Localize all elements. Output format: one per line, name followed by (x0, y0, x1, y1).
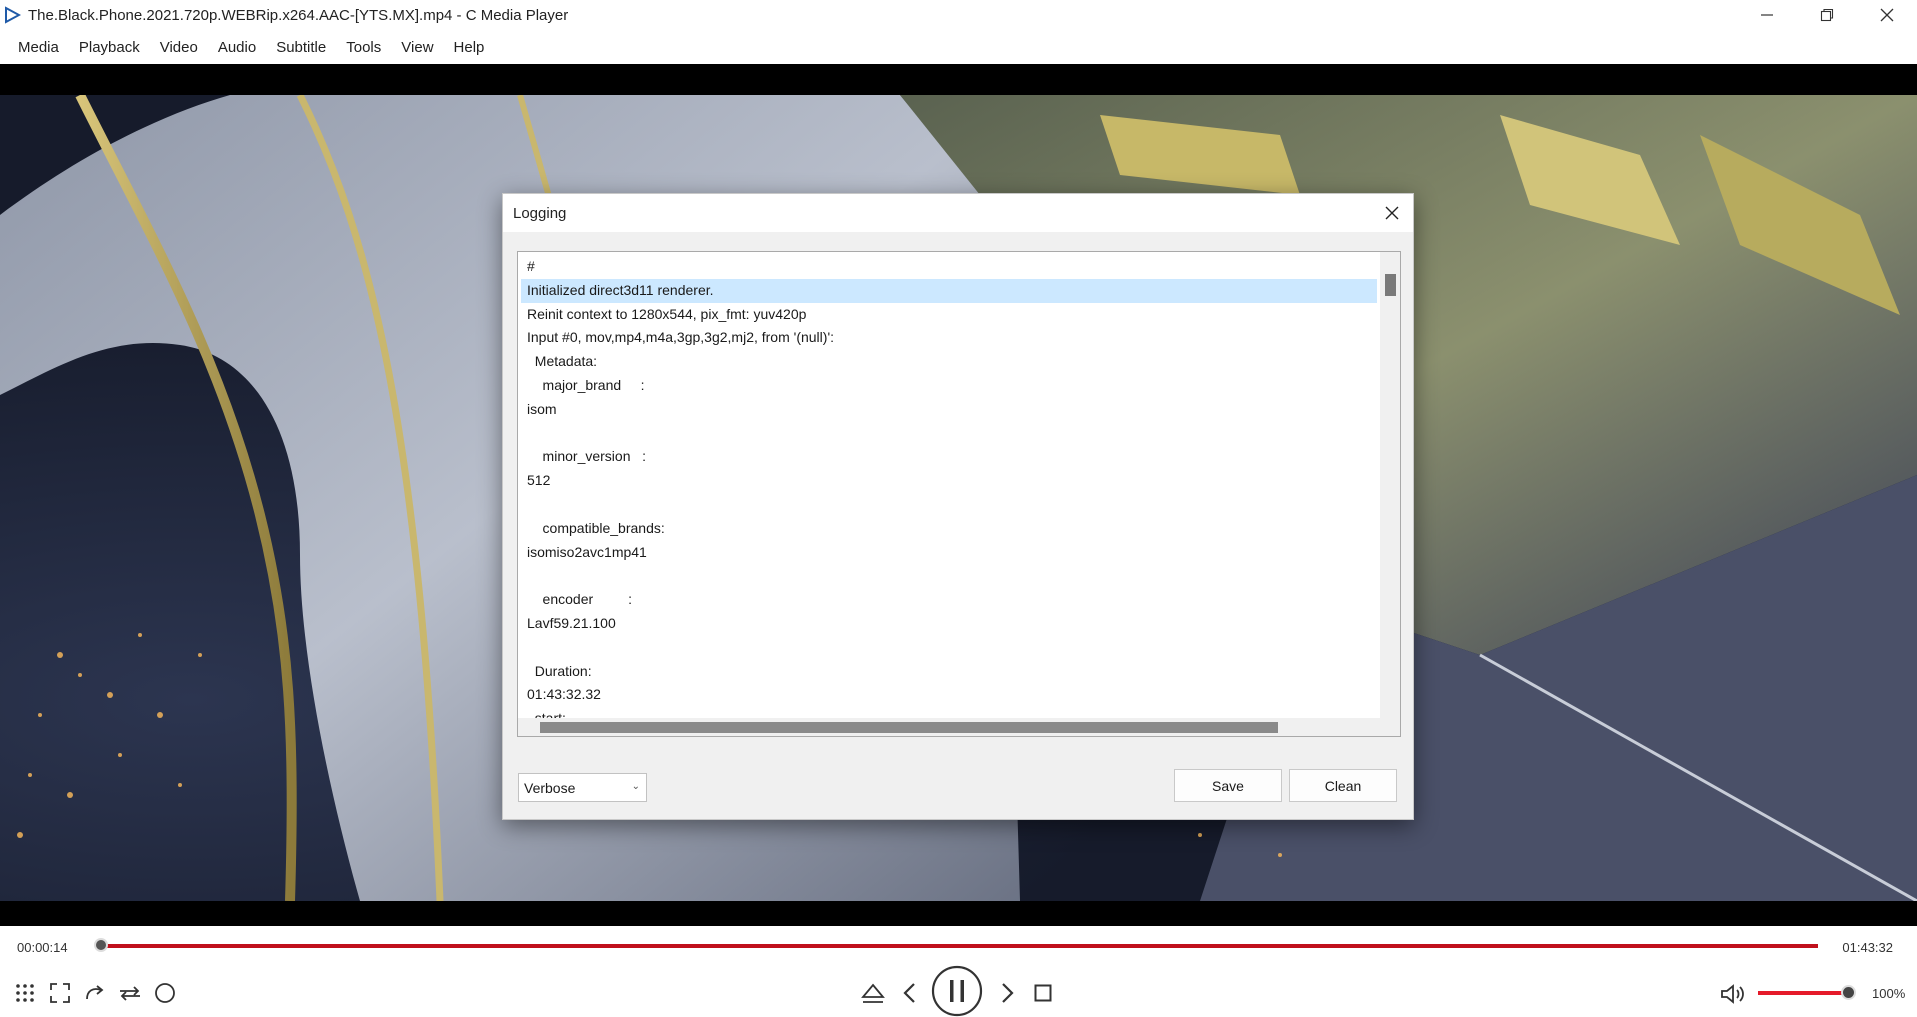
vertical-scroll-thumb[interactable] (1385, 274, 1396, 296)
menu-bar: Media Playback Video Audio Subtitle Tool… (0, 30, 1917, 64)
log-line[interactable]: isomiso2avc1mp41 (521, 541, 1377, 565)
menu-tools[interactable]: Tools (346, 35, 381, 60)
log-line[interactable]: Initialized direct3d11 renderer. (521, 278, 1377, 303)
app-logo-icon (2, 5, 22, 25)
log-line[interactable] (521, 422, 1377, 446)
log-line[interactable]: compatible_brands: (521, 517, 1377, 541)
seek-bar[interactable] (95, 944, 1818, 948)
eject-icon[interactable] (859, 978, 887, 1008)
total-time: 01:43:32 (1842, 940, 1893, 955)
log-line[interactable]: Input #0, mov,mp4,m4a,3gp,3g2,mj2, from … (521, 326, 1377, 350)
dialog-header: Logging (503, 194, 1413, 232)
log-level-value: Verbose (524, 779, 576, 796)
log-line[interactable]: major_brand : (521, 374, 1377, 398)
log-line[interactable]: Duration: (521, 660, 1377, 684)
log-line[interactable]: Metadata: (521, 350, 1377, 374)
logging-dialog: Logging # Initialized direct3d11 renderer… (502, 193, 1414, 820)
window-controls (1737, 0, 1917, 30)
volume-percent: 100% (1872, 986, 1906, 1001)
vertical-scrollbar[interactable] (1380, 252, 1400, 736)
log-line[interactable]: 01:43:32.32 (521, 683, 1377, 707)
menu-audio[interactable]: Audio (218, 35, 256, 60)
close-icon[interactable] (1857, 0, 1917, 30)
fullscreen-icon[interactable] (47, 980, 73, 1006)
horizontal-scroll-thumb[interactable] (540, 722, 1278, 733)
repeat-icon[interactable] (116, 980, 144, 1006)
horizontal-scrollbar[interactable] (518, 718, 1382, 736)
stop-icon[interactable] (1031, 980, 1055, 1006)
log-lines: # Initialized direct3d11 renderer. Reinit … (521, 255, 1377, 731)
dialog-title: Logging (513, 204, 567, 222)
restore-icon[interactable] (1797, 0, 1857, 30)
save-button[interactable]: Save (1174, 769, 1282, 802)
menu-subtitle[interactable]: Subtitle (276, 35, 326, 60)
menu-view[interactable]: View (401, 35, 433, 60)
menu-help[interactable]: Help (454, 35, 485, 60)
volume-knob[interactable] (1841, 985, 1856, 1000)
log-line[interactable]: encoder : (521, 588, 1377, 612)
log-level-select[interactable]: Verbose ⌄ (518, 773, 647, 802)
current-time: 00:00:14 (17, 940, 68, 955)
previous-icon[interactable] (897, 978, 921, 1008)
player-controls: 00:00:14 01:43:32 100% (0, 926, 1917, 1017)
minimize-icon[interactable] (1737, 0, 1797, 30)
next-icon[interactable] (996, 978, 1020, 1008)
pause-icon[interactable] (931, 965, 983, 1017)
clean-button[interactable]: Clean (1289, 769, 1397, 802)
log-line[interactable] (521, 564, 1377, 588)
menu-playback[interactable]: Playback (79, 35, 140, 60)
menu-media[interactable]: Media (18, 35, 59, 60)
log-line[interactable]: Reinit context to 1280x544, pix_fmt: yuv… (521, 303, 1377, 327)
seek-knob[interactable] (93, 938, 108, 952)
log-line[interactable] (521, 493, 1377, 517)
redo-icon[interactable] (82, 980, 108, 1006)
log-line[interactable]: minor_version : (521, 445, 1377, 469)
log-line[interactable]: # (521, 255, 1377, 279)
window-title: The.Black.Phone.2021.720p.WEBRip.x264.AA… (28, 6, 569, 24)
title-bar: The.Black.Phone.2021.720p.WEBRip.x264.AA… (0, 0, 1917, 30)
record-icon[interactable] (152, 980, 178, 1006)
log-line[interactable] (521, 636, 1377, 660)
chevron-down-icon: ⌄ (631, 781, 640, 792)
volume-icon[interactable] (1718, 980, 1748, 1008)
log-line[interactable]: 512 (521, 469, 1377, 493)
playlist-grid-icon[interactable] (12, 980, 38, 1006)
menu-video[interactable]: Video (160, 35, 198, 60)
dialog-close-icon[interactable] (1377, 198, 1407, 228)
log-line[interactable]: isom (521, 398, 1377, 422)
log-line[interactable]: Lavf59.21.100 (521, 612, 1377, 636)
volume-slider[interactable] (1758, 991, 1850, 995)
log-list[interactable]: # Initialized direct3d11 renderer. Reinit … (517, 251, 1401, 737)
